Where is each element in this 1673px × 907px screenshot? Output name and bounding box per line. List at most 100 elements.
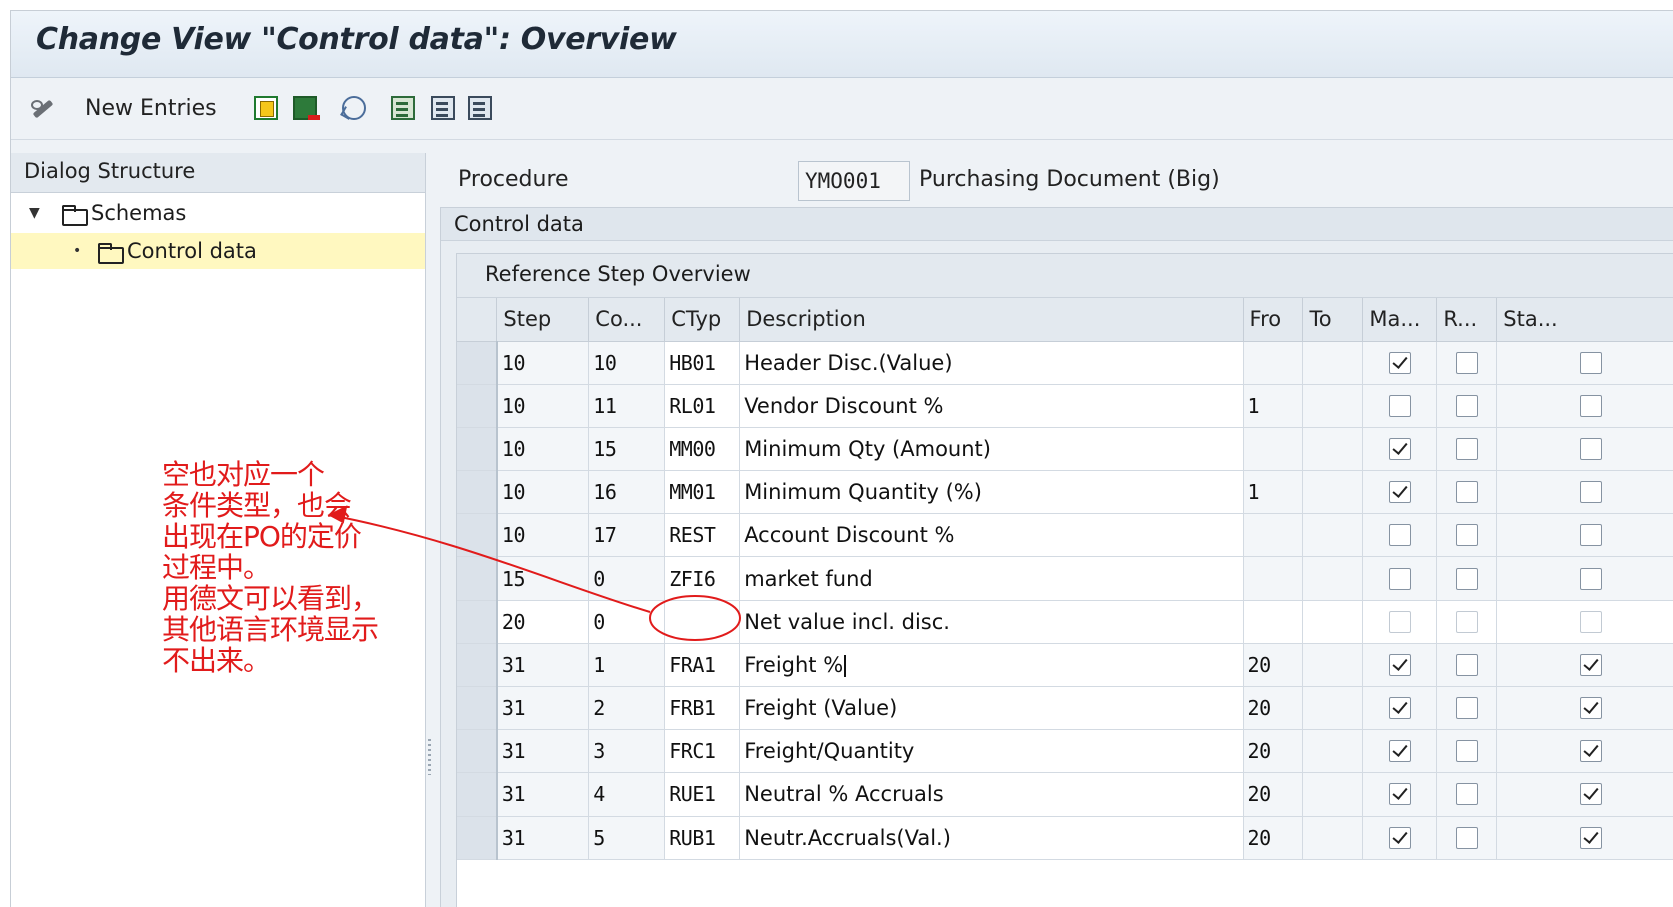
counter-cell[interactable]: 0 bbox=[588, 600, 666, 644]
required-checkbox[interactable] bbox=[1455, 826, 1478, 849]
row-selector-header[interactable] bbox=[457, 298, 498, 342]
required-checkbox[interactable] bbox=[1455, 437, 1478, 460]
from-cell[interactable]: 1 bbox=[1243, 470, 1304, 515]
step-cell[interactable]: 10 bbox=[496, 341, 590, 385]
table-row[interactable]: 10 17 REST Account Discount % bbox=[457, 513, 1673, 558]
expand-caret-icon[interactable]: ▼ bbox=[29, 205, 41, 221]
statistical-checkbox[interactable] bbox=[1579, 740, 1602, 763]
tree-item-control-data[interactable]: • Control data bbox=[11, 233, 425, 269]
to-cell[interactable] bbox=[1302, 341, 1364, 385]
from-cell[interactable]: 20 bbox=[1243, 772, 1304, 817]
counter-cell[interactable]: 15 bbox=[588, 427, 666, 472]
row-selector[interactable] bbox=[457, 600, 498, 644]
column-header-manual[interactable]: Ma... bbox=[1362, 298, 1438, 342]
step-cell[interactable]: 10 bbox=[496, 384, 590, 428]
description-cell[interactable]: Freight % bbox=[739, 643, 1244, 688]
condition-type-cell[interactable]: FRB1 bbox=[664, 686, 741, 731]
statistical-checkbox[interactable] bbox=[1579, 437, 1602, 460]
manual-checkbox[interactable] bbox=[1388, 653, 1411, 676]
condition-type-cell[interactable]: RUE1 bbox=[664, 772, 741, 817]
manual-checkbox[interactable] bbox=[1388, 610, 1411, 633]
from-cell[interactable]: 20 bbox=[1243, 816, 1304, 860]
undo-change-button[interactable] bbox=[342, 92, 366, 124]
table-row[interactable]: 31 4 RUE1 Neutral % Accruals 20 bbox=[457, 772, 1673, 817]
required-checkbox[interactable] bbox=[1455, 697, 1478, 720]
condition-type-cell[interactable]: ZFI6 bbox=[664, 556, 741, 601]
column-header-from[interactable]: Fro bbox=[1243, 298, 1304, 342]
manual-checkbox[interactable] bbox=[1388, 697, 1411, 720]
row-selector[interactable] bbox=[457, 772, 498, 817]
step-cell[interactable]: 31 bbox=[496, 772, 590, 817]
description-cell[interactable]: Freight/Quantity bbox=[739, 729, 1244, 774]
deselect-all-button[interactable] bbox=[468, 92, 492, 124]
to-cell[interactable] bbox=[1302, 772, 1364, 817]
condition-type-cell[interactable] bbox=[664, 600, 741, 644]
copy-as-button[interactable] bbox=[254, 92, 278, 124]
step-cell[interactable]: 10 bbox=[496, 513, 590, 558]
from-cell[interactable] bbox=[1243, 600, 1304, 644]
description-cell[interactable]: Freight (Value) bbox=[739, 686, 1244, 731]
counter-cell[interactable]: 1 bbox=[588, 643, 666, 688]
required-checkbox[interactable] bbox=[1455, 783, 1478, 806]
procedure-field[interactable]: YMO001 bbox=[798, 161, 910, 201]
column-header-step[interactable]: Step bbox=[496, 298, 590, 342]
description-cell[interactable]: Minimum Qty (Amount) bbox=[739, 427, 1244, 472]
statistical-checkbox[interactable] bbox=[1579, 524, 1602, 547]
to-cell[interactable] bbox=[1302, 816, 1364, 860]
required-checkbox[interactable] bbox=[1455, 351, 1478, 374]
to-cell[interactable] bbox=[1302, 513, 1364, 558]
manual-checkbox[interactable] bbox=[1388, 567, 1411, 590]
pane-splitter[interactable] bbox=[426, 153, 440, 907]
counter-cell[interactable]: 3 bbox=[588, 729, 666, 774]
from-cell[interactable] bbox=[1243, 513, 1304, 558]
table-row[interactable]: 31 2 FRB1 Freight (Value) 20 bbox=[457, 686, 1673, 731]
manual-checkbox[interactable] bbox=[1388, 524, 1411, 547]
from-cell[interactable]: 20 bbox=[1243, 729, 1304, 774]
row-selector[interactable] bbox=[457, 513, 498, 558]
table-row[interactable]: 10 15 MM00 Minimum Qty (Amount) bbox=[457, 427, 1673, 472]
statistical-checkbox[interactable] bbox=[1579, 567, 1602, 590]
tree-item-schemas[interactable]: ▼ Schemas bbox=[11, 195, 425, 231]
required-checkbox[interactable] bbox=[1455, 394, 1478, 417]
manual-checkbox[interactable] bbox=[1388, 481, 1411, 504]
row-selector[interactable] bbox=[457, 643, 498, 688]
display-change-button[interactable] bbox=[29, 92, 55, 124]
statistical-checkbox[interactable] bbox=[1579, 394, 1602, 417]
row-selector[interactable] bbox=[457, 816, 498, 860]
statistical-checkbox[interactable] bbox=[1579, 481, 1602, 504]
table-row[interactable]: 31 3 FRC1 Freight/Quantity 20 bbox=[457, 729, 1673, 774]
condition-type-cell[interactable]: HB01 bbox=[664, 341, 741, 385]
manual-checkbox[interactable] bbox=[1388, 826, 1411, 849]
description-cell[interactable]: Vendor Discount % bbox=[739, 384, 1244, 428]
step-cell[interactable]: 10 bbox=[496, 427, 590, 472]
counter-cell[interactable]: 17 bbox=[588, 513, 666, 558]
table-row[interactable]: 20 0 Net value incl. disc. bbox=[457, 600, 1673, 644]
row-selector[interactable] bbox=[457, 729, 498, 774]
description-cell[interactable]: Header Disc.(Value) bbox=[739, 341, 1244, 385]
select-block-button[interactable] bbox=[431, 92, 455, 124]
table-row[interactable]: 15 0 ZFI6 market fund bbox=[457, 556, 1673, 601]
step-cell[interactable]: 31 bbox=[496, 643, 590, 688]
required-checkbox[interactable] bbox=[1455, 524, 1478, 547]
from-cell[interactable] bbox=[1243, 341, 1304, 385]
required-checkbox[interactable] bbox=[1455, 481, 1478, 504]
to-cell[interactable] bbox=[1302, 686, 1364, 731]
row-selector[interactable] bbox=[457, 686, 498, 731]
step-cell[interactable]: 31 bbox=[496, 729, 590, 774]
column-header-description[interactable]: Description bbox=[739, 298, 1244, 342]
to-cell[interactable] bbox=[1302, 729, 1364, 774]
table-row[interactable]: 10 16 MM01 Minimum Quantity (%) 1 bbox=[457, 470, 1673, 515]
required-checkbox[interactable] bbox=[1455, 610, 1478, 633]
row-selector[interactable] bbox=[457, 384, 498, 428]
counter-cell[interactable]: 2 bbox=[588, 686, 666, 731]
row-selector[interactable] bbox=[457, 341, 498, 385]
manual-checkbox[interactable] bbox=[1388, 740, 1411, 763]
manual-checkbox[interactable] bbox=[1388, 437, 1411, 460]
counter-cell[interactable]: 10 bbox=[588, 341, 666, 385]
statistical-checkbox[interactable] bbox=[1579, 351, 1602, 374]
counter-cell[interactable]: 11 bbox=[588, 384, 666, 428]
description-cell[interactable]: Neutral % Accruals bbox=[739, 772, 1244, 817]
condition-type-cell[interactable]: RUB1 bbox=[664, 816, 741, 860]
table-row[interactable]: 10 11 RL01 Vendor Discount % 1 bbox=[457, 384, 1673, 428]
table-row[interactable]: 31 1 FRA1 Freight % 20 bbox=[457, 643, 1673, 688]
